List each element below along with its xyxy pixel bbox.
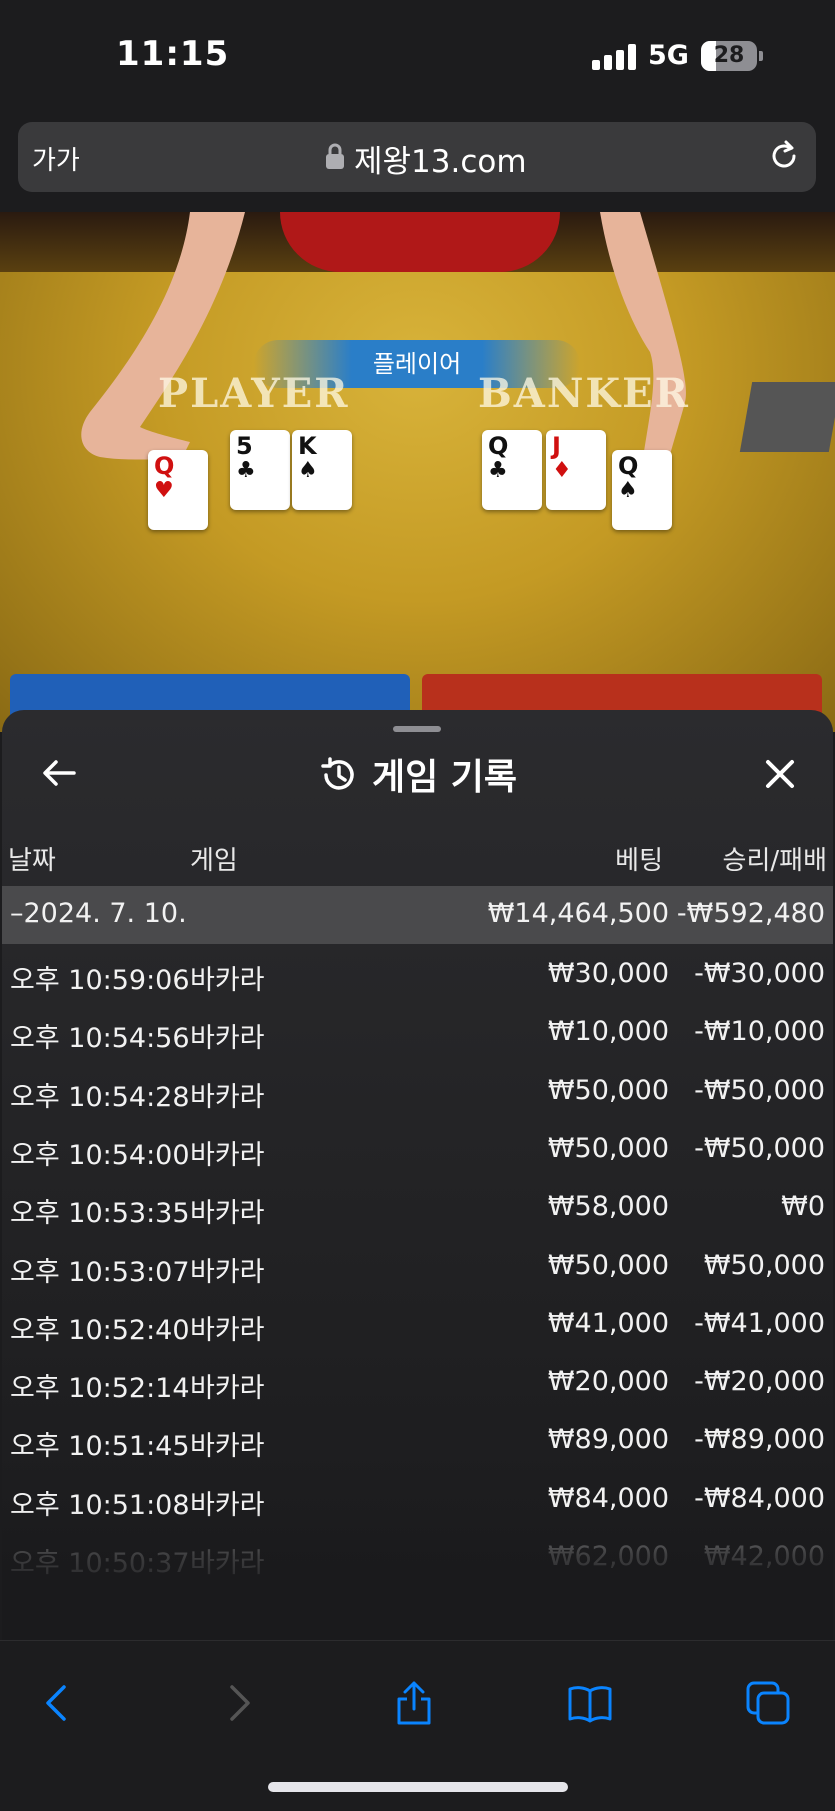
bookmarks-icon[interactable] [566,1679,614,1727]
summary-result: -₩592,480 [676,898,825,929]
forward-icon[interactable] [214,1679,262,1727]
cellular-signal-icon [592,44,636,70]
summary-bet: ₩14,464,500 [487,898,669,929]
battery-level: 28 [713,43,745,68]
player-card-2: 5 ♣ [230,430,290,510]
row-game: 바카라 [190,1198,265,1230]
row-game: 바카라 [190,1373,265,1405]
close-icon[interactable] [760,754,800,794]
banker-card-2: J ♦ [546,430,606,510]
dealer-left-arm [81,212,245,462]
row-result: -₩41,000 [694,1307,825,1339]
row-result: -₩50,000 [694,1074,825,1106]
row-result: -₩30,000 [694,958,825,989]
history-row[interactable]: 오후 10:54:00 바카라 ₩50,000 -₩50,000 [2,1121,833,1179]
row-game: 바카라 [190,1081,265,1113]
column-game: 게임 [190,846,238,876]
row-bet: ₩50,000 [547,1074,669,1106]
banker-card-3: Q ♠ [612,450,672,530]
player-card-3: K ♠ [292,430,352,510]
banker-label: BANKER [478,370,690,417]
row-bet: ₩20,000 [547,1366,669,1398]
history-icon [321,757,354,790]
text-size-button[interactable]: 가가 [32,140,80,177]
dealer-dress [280,212,560,272]
lock-icon [326,143,344,169]
row-time: 오후 10:54:28 [10,1081,190,1113]
row-bet: ₩50,000 [547,1132,669,1164]
column-bet: 베팅 [615,846,663,876]
share-icon[interactable] [390,1679,438,1727]
row-bet: ₩89,000 [547,1424,669,1456]
tabs-icon[interactable] [744,1679,792,1727]
row-result: -₩50,000 [694,1132,825,1164]
row-game: 바카라 [190,1023,265,1055]
card-shoe [739,382,835,452]
list-fade-overlay [2,1510,833,1640]
history-row[interactable]: 오후 10:53:07 바카라 ₩50,000 ₩50,000 [2,1238,833,1296]
baccarat-table-video: 플레이어 PLAYER BANKER Q ♥ 5 ♣ K ♠ Q ♣ J ♦ Q ♠ [0,212,835,732]
home-indicator[interactable] [268,1782,568,1792]
history-row[interactable]: 오후 10:52:40 바카라 ₩41,000 -₩41,000 [2,1296,833,1354]
status-bar: 11:15 5G 28 [0,0,835,112]
sheet-title-text: 게임 기록 [371,757,517,798]
history-row[interactable]: 오후 10:53:35 바카라 ₩58,000 ₩0 [2,1179,833,1237]
row-bet: ₩58,000 [547,1191,669,1223]
battery-tip [759,51,763,61]
row-result: ₩0 [781,1191,825,1223]
summary-date: –2024. 7. 10. [10,898,187,929]
history-row[interactable]: 오후 10:54:28 바카라 ₩50,000 -₩50,000 [2,1063,833,1121]
sheet-title: 게임 기록 [2,748,833,800]
row-bet: ₩50,000 [547,1249,669,1281]
banker-card-1: Q ♣ [482,430,542,510]
row-game: 바카라 [190,1256,265,1288]
row-result: -₩20,000 [694,1366,825,1398]
row-time: 오후 10:51:45 [10,1431,190,1463]
game-history-sheet: 게임 기록 날짜 게임 베팅 승리/패배 –2024. 7. 10. ₩14,4… [2,710,833,1640]
column-result: 승리/패배 [722,846,827,876]
battery-icon: 28 [701,41,757,71]
column-date: 날짜 [8,846,56,876]
sheet-grabber[interactable] [393,726,441,732]
row-game: 바카라 [190,1431,265,1463]
row-result: -₩10,000 [694,1016,825,1048]
row-bet: ₩30,000 [547,958,669,989]
dealer-right-arm [600,212,686,492]
player-label: PLAYER [158,370,350,417]
row-result: ₩50,000 [703,1249,825,1281]
address-bar[interactable]: 가가 제왕13.com [18,122,816,192]
row-game: 바카라 [190,965,265,996]
history-row[interactable]: 오후 10:52:14 바카라 ₩20,000 -₩20,000 [2,1354,833,1412]
network-type: 5G [648,40,689,71]
player-card-1: Q ♥ [148,450,208,530]
row-time: 오후 10:53:35 [10,1198,190,1230]
url-text[interactable]: 제왕13.com [354,136,527,181]
row-time: 오후 10:52:40 [10,1314,190,1346]
date-summary-row[interactable]: –2024. 7. 10. ₩14,464,500 -₩592,480 [2,886,833,944]
row-game: 바카라 [190,1139,265,1171]
row-time: 오후 10:54:56 [10,1023,190,1055]
reload-icon[interactable] [766,138,802,174]
row-bet: ₩41,000 [547,1307,669,1339]
row-time: 오후 10:53:07 [10,1256,190,1288]
row-result: -₩89,000 [694,1424,825,1456]
row-time: 오후 10:59:06 [10,965,190,996]
back-icon[interactable] [34,1679,82,1727]
row-game: 바카라 [190,1314,265,1346]
history-row[interactable]: 오후 10:59:06 바카라 ₩30,000 -₩30,000 [2,946,833,1004]
status-time: 11:15 [116,34,230,74]
row-bet: ₩10,000 [547,1016,669,1048]
history-row[interactable]: 오후 10:54:56 바카라 ₩10,000 -₩10,000 [2,1004,833,1062]
row-time: 오후 10:52:14 [10,1373,190,1405]
row-time: 오후 10:54:00 [10,1139,190,1171]
history-row[interactable]: 오후 10:51:45 바카라 ₩89,000 -₩89,000 [2,1412,833,1470]
